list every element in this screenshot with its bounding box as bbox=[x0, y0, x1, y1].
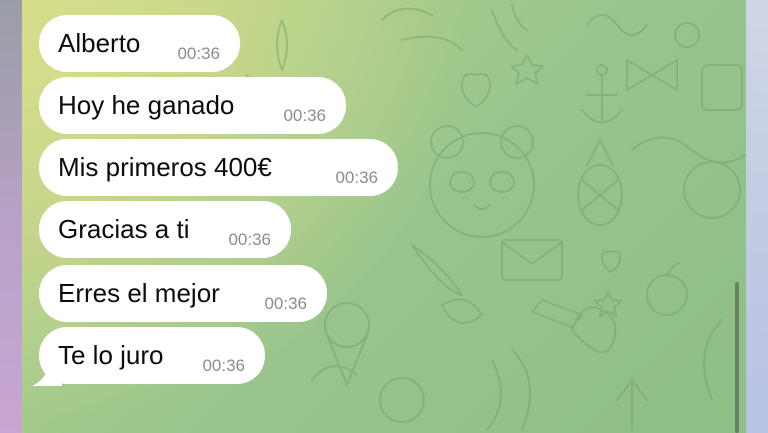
left-window-edge bbox=[0, 0, 22, 433]
bow-doodle bbox=[626, 59, 678, 91]
message-time: 00:36 bbox=[177, 44, 220, 63]
message-bubble[interactable]: Erres el mejor 00:36 bbox=[39, 265, 327, 322]
message-time: 00:36 bbox=[283, 106, 326, 125]
message-time: 00:36 bbox=[228, 230, 271, 249]
anchor-doodle bbox=[581, 74, 623, 124]
message-time: 00:36 bbox=[264, 294, 307, 313]
right-window-edge bbox=[746, 0, 768, 433]
message-text: Te lo juro bbox=[58, 340, 164, 370]
heart-doodle bbox=[461, 73, 491, 108]
message-text: Hoy he ganado bbox=[58, 90, 235, 120]
panda-doodle bbox=[429, 132, 535, 238]
message-bubble[interactable]: Te lo juro 00:36 bbox=[39, 327, 265, 384]
message-text: Alberto bbox=[58, 28, 141, 58]
message-text: Erres el mejor bbox=[58, 278, 220, 308]
chat-scrollbar[interactable] bbox=[735, 282, 739, 433]
message-text: Mis primeros 400€ bbox=[58, 152, 272, 182]
icecream-doodle bbox=[324, 302, 370, 348]
chat-area[interactable]: Alberto 00:36 Hoy he ganado 00:36 Mis pr… bbox=[22, 0, 746, 433]
message-bubble[interactable]: Mis primeros 400€ 00:36 bbox=[39, 139, 398, 196]
star-doodle bbox=[510, 54, 544, 85]
message-time: 00:36 bbox=[335, 168, 378, 187]
mug-doodle bbox=[701, 64, 743, 111]
message-bubble[interactable]: Hoy he ganado 00:36 bbox=[39, 77, 346, 134]
message-text: Gracias a ti bbox=[58, 214, 190, 244]
telegram-chat-screen: Alberto 00:36 Hoy he ganado 00:36 Mis pr… bbox=[0, 0, 768, 433]
message-time: 00:36 bbox=[202, 356, 245, 375]
apple-doodle bbox=[646, 274, 688, 316]
envelope-doodle bbox=[501, 239, 563, 281]
carrot-doodle bbox=[411, 244, 463, 296]
message-bubble[interactable]: Gracias a ti 00:36 bbox=[39, 201, 291, 258]
message-bubble[interactable]: Alberto 00:36 bbox=[39, 15, 240, 72]
